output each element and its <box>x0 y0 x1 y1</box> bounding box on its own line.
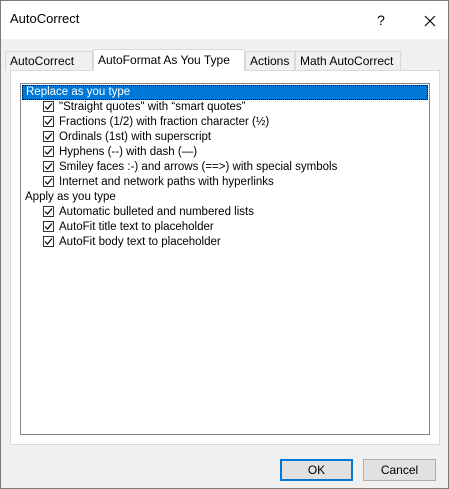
option-smiley-faces[interactable]: Smiley faces :-) and arrows (==>) with s… <box>22 160 428 174</box>
option-smart-quotes[interactable]: "Straight quotes" with “smart quotes” <box>22 100 428 114</box>
checkbox[interactable] <box>43 221 54 232</box>
autocorrect-dialog: AutoCorrect ? AutoCorrect AutoFormat As … <box>0 0 449 489</box>
checkbox[interactable] <box>43 176 54 187</box>
option-fractions[interactable]: Fractions (1/2) with fraction character … <box>22 115 428 129</box>
option-hyperlinks[interactable]: Internet and network paths with hyperlin… <box>22 175 428 189</box>
checkmark-icon <box>44 118 53 125</box>
tab-autoformat-as-you-type[interactable]: AutoFormat As You Type <box>93 49 245 71</box>
dialog-title: AutoCorrect <box>10 11 80 26</box>
option-label: Internet and network paths with hyperlin… <box>59 176 274 188</box>
checkbox[interactable] <box>43 206 54 217</box>
option-label: Automatic bulleted and numbered lists <box>59 206 254 218</box>
checkbox[interactable] <box>43 131 54 142</box>
tab-actions[interactable]: Actions <box>245 51 295 70</box>
checkmark-icon <box>44 208 53 215</box>
apply-as-you-type-header[interactable]: Apply as you type <box>22 190 428 204</box>
checkbox[interactable] <box>43 161 54 172</box>
options-list[interactable]: Replace as you type "Straight quotes" wi… <box>20 83 430 435</box>
replace-as-you-type-header[interactable]: Replace as you type <box>22 85 428 100</box>
option-label: Ordinals (1st) with superscript <box>59 131 212 143</box>
ok-button[interactable]: OK <box>280 459 353 481</box>
option-label: Hyphens (--) with dash (—) <box>59 146 198 158</box>
title-bar: AutoCorrect ? <box>1 1 448 39</box>
checkmark-icon <box>44 223 53 230</box>
checkmark-icon <box>44 163 53 170</box>
checkmark-icon <box>44 133 53 140</box>
help-button[interactable]: ? <box>367 8 395 32</box>
tab-math-autocorrect[interactable]: Math AutoCorrect <box>295 51 401 70</box>
checkmark-icon <box>44 148 53 155</box>
option-label: AutoFit title text to placeholder <box>59 221 214 233</box>
cancel-button[interactable]: Cancel <box>363 459 436 481</box>
checkbox[interactable] <box>43 101 54 112</box>
option-hyphens[interactable]: Hyphens (--) with dash (—) <box>22 145 428 159</box>
close-icon <box>424 15 436 27</box>
close-button[interactable] <box>415 8 445 32</box>
tab-autocorrect[interactable]: AutoCorrect <box>5 51 93 70</box>
checkbox[interactable] <box>43 146 54 157</box>
checkbox[interactable] <box>43 236 54 247</box>
option-bulleted-lists[interactable]: Automatic bulleted and numbered lists <box>22 205 428 219</box>
option-autofit-body[interactable]: AutoFit body text to placeholder <box>22 235 428 249</box>
tab-panel: Replace as you type "Straight quotes" wi… <box>10 70 440 445</box>
tab-strip: AutoCorrect AutoFormat As You Type Actio… <box>1 49 448 71</box>
checkmark-icon <box>44 178 53 185</box>
option-label: AutoFit body text to placeholder <box>59 236 221 248</box>
option-label: "Straight quotes" with “smart quotes” <box>59 101 246 113</box>
checkbox[interactable] <box>43 116 54 127</box>
option-label: Fractions (1/2) with fraction character … <box>59 116 270 128</box>
option-ordinals[interactable]: Ordinals (1st) with superscript <box>22 130 428 144</box>
checkmark-icon <box>44 103 53 110</box>
option-autofit-title[interactable]: AutoFit title text to placeholder <box>22 220 428 234</box>
checkmark-icon <box>44 238 53 245</box>
option-label: Smiley faces :-) and arrows (==>) with s… <box>59 161 338 173</box>
